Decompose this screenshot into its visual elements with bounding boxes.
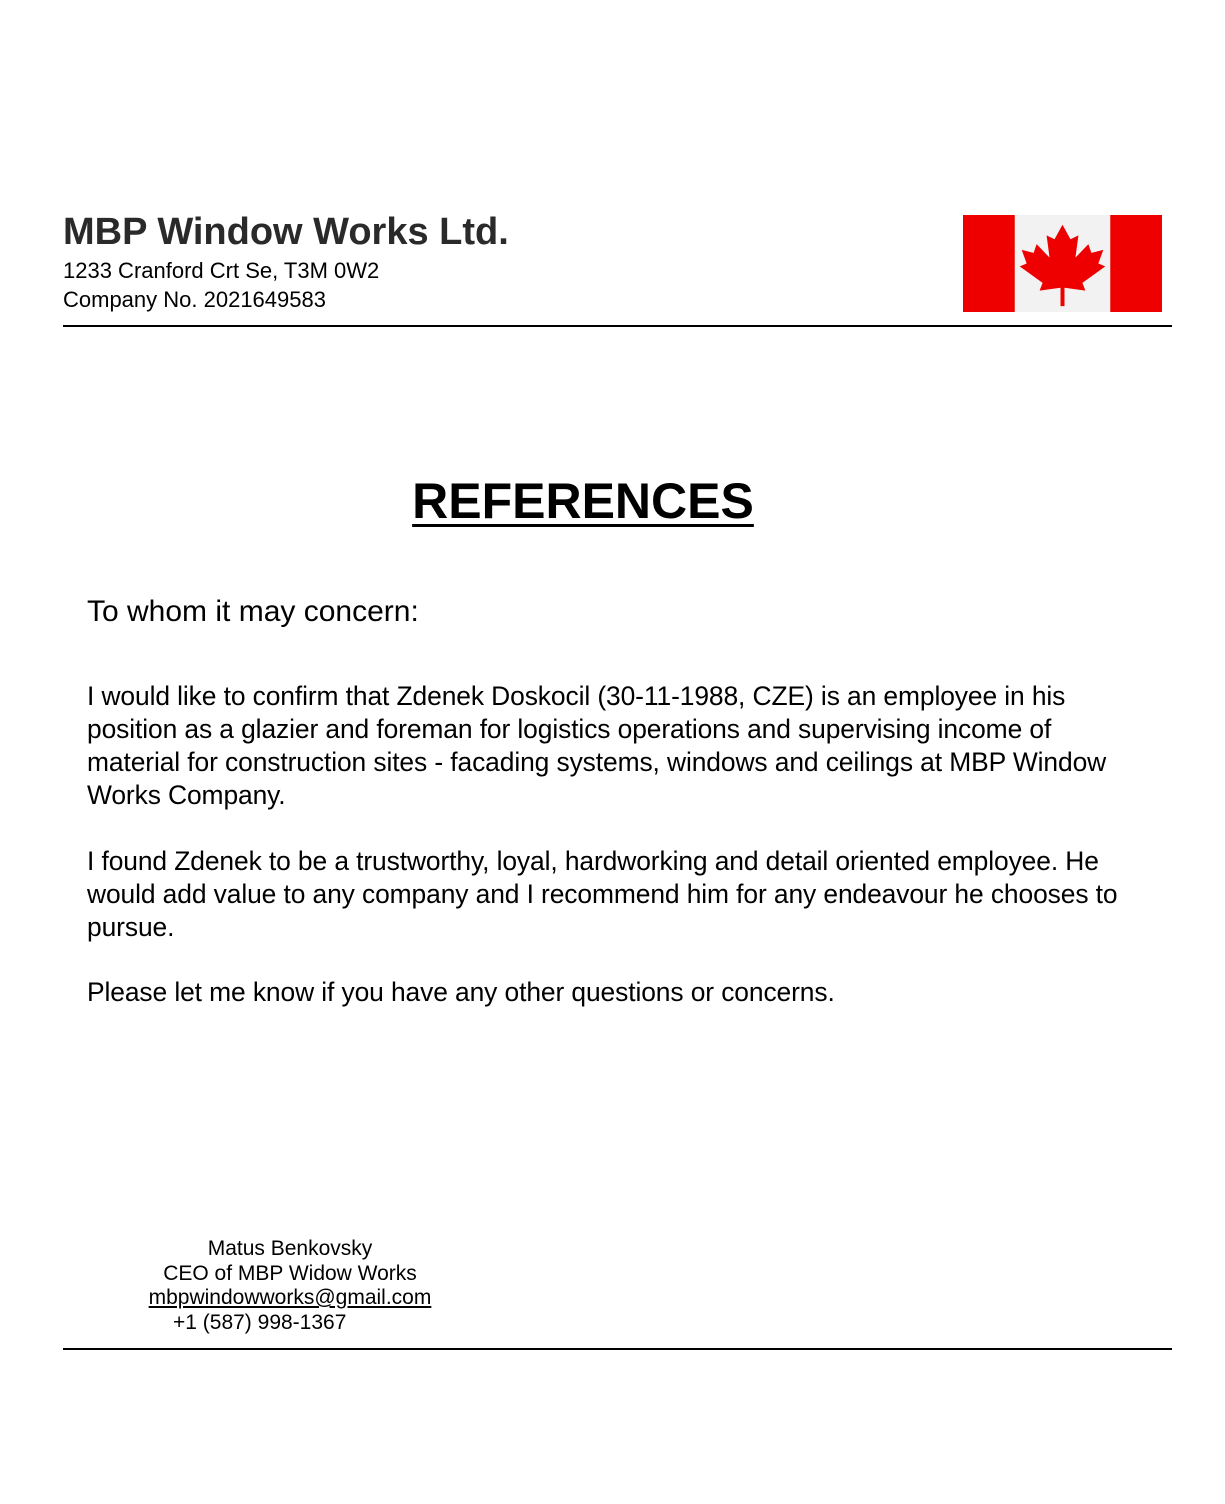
flag-right-band	[1110, 215, 1162, 312]
document-title: REFERENCES	[412, 473, 754, 529]
header-divider	[63, 325, 1172, 327]
salutation: To whom it may concern:	[87, 595, 419, 628]
body-paragraph: I found Zdenek to be a trustworthy, loya…	[87, 846, 1118, 942]
company-address: 1233 Cranford Crt Se, T3M 0W2	[63, 258, 380, 283]
canada-flag-icon	[963, 215, 1162, 312]
body-paragraph: Please let me know if you have any other…	[87, 977, 835, 1007]
signer-name: Matus Benkovsky	[207, 1237, 373, 1260]
company-name: MBP Window Works Ltd.	[63, 211, 509, 253]
signer-email-link[interactable]: mbpwindowworks@gmail.com	[120, 1286, 460, 1311]
body-paragraph: I would like to confirm that Zdenek Dosk…	[87, 681, 1107, 810]
signer-phone: +1 (587) 998-1367	[173, 1310, 347, 1334]
signer-role: CEO of MBP Widow Works	[163, 1261, 417, 1285]
company-number: Company No. 2021649583	[63, 287, 326, 312]
footer-divider	[63, 1348, 1172, 1350]
flag-left-band	[963, 215, 1015, 312]
signature-block: Matus Benkovsky CEO of MBP Widow Works m…	[120, 1237, 460, 1335]
